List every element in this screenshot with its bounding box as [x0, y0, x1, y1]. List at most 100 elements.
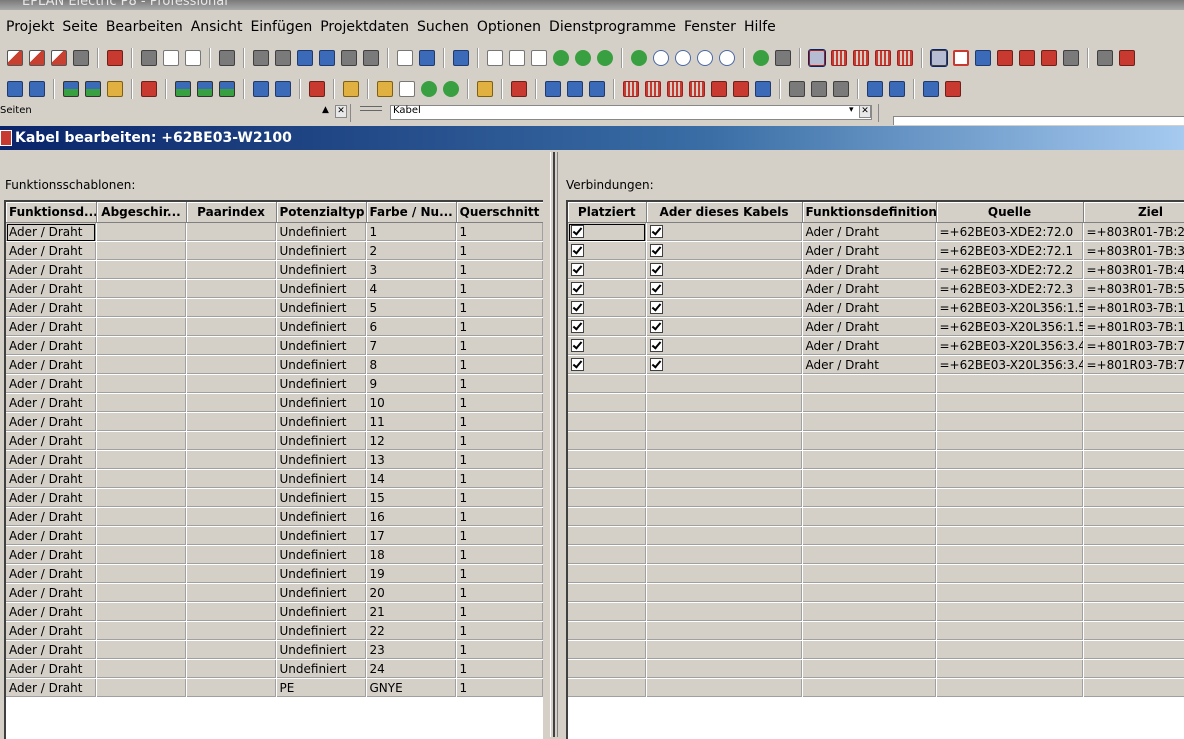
- function-cell[interactable]: [186, 583, 277, 603]
- function-row[interactable]: Ader / Draht Undefiniert 2 1: [6, 241, 543, 261]
- connection-cell[interactable]: [936, 469, 1084, 489]
- function-cell[interactable]: 1: [366, 222, 457, 242]
- function-column-header[interactable]: Farbe / Nu...: [366, 202, 457, 223]
- crosshair-icon[interactable]: [975, 50, 991, 66]
- function-cell[interactable]: Undefiniert: [276, 564, 367, 584]
- function-cell[interactable]: [186, 355, 277, 375]
- function-cell[interactable]: GNYE: [366, 678, 457, 698]
- connection-cell[interactable]: [802, 469, 937, 489]
- connection-cell[interactable]: [936, 431, 1084, 451]
- potential-icon[interactable]: [141, 81, 157, 97]
- function-cell[interactable]: [186, 279, 277, 299]
- edit-cable-icon[interactable]: [343, 81, 359, 97]
- magnet-icon[interactable]: [997, 50, 1013, 66]
- assign-icon[interactable]: [923, 81, 939, 97]
- connection-cell[interactable]: [802, 659, 937, 679]
- function-cell[interactable]: 14: [366, 469, 457, 489]
- function-row[interactable]: Ader / Draht Undefiniert 10 1: [6, 393, 543, 413]
- zoom-icon[interactable]: [653, 50, 669, 66]
- connection-cell[interactable]: =+62BE03-X20L356:1.5: [936, 317, 1084, 337]
- connection-row-empty[interactable]: [568, 545, 1184, 565]
- page-props-icon[interactable]: [7, 81, 23, 97]
- connection-cell[interactable]: [646, 621, 803, 641]
- function-cell[interactable]: [96, 469, 187, 489]
- panel-splitter[interactable]: [550, 152, 558, 737]
- function-cell[interactable]: [96, 298, 187, 318]
- connection-cell[interactable]: [646, 412, 803, 432]
- page-open-icon[interactable]: [597, 50, 613, 66]
- connection-cell[interactable]: [1083, 545, 1184, 565]
- connection-cell[interactable]: [802, 545, 937, 565]
- function-cell[interactable]: 1: [456, 298, 543, 318]
- connection-cell[interactable]: [1083, 659, 1184, 679]
- binoculars-list-icon[interactable]: [1119, 50, 1135, 66]
- function-cell[interactable]: [96, 659, 187, 679]
- connection-cell[interactable]: [1083, 602, 1184, 622]
- function-cell[interactable]: Undefiniert: [276, 317, 367, 337]
- connection-cell[interactable]: [1083, 450, 1184, 470]
- grid-c-icon[interactable]: [875, 50, 891, 66]
- function-cell[interactable]: 23: [366, 640, 457, 660]
- connection-cell[interactable]: [936, 678, 1084, 698]
- connection-cell[interactable]: Ader / Draht: [802, 317, 937, 337]
- function-cell[interactable]: 1: [456, 640, 543, 660]
- form-icon[interactable]: [477, 81, 493, 97]
- connection-cell[interactable]: [802, 678, 937, 698]
- function-cell[interactable]: Undefiniert: [276, 241, 367, 261]
- checkbox[interactable]: [649, 244, 663, 257]
- zoom-in-icon[interactable]: [675, 50, 691, 66]
- function-cell[interactable]: [96, 488, 187, 508]
- connection-cell[interactable]: [568, 431, 647, 451]
- function-cell[interactable]: Ader / Draht: [6, 507, 97, 527]
- checkbox[interactable]: [571, 225, 584, 238]
- table-icon[interactable]: [419, 50, 435, 66]
- checkbox[interactable]: [571, 358, 584, 371]
- function-cell[interactable]: Undefiniert: [276, 450, 367, 470]
- function-cell[interactable]: Undefiniert: [276, 222, 367, 242]
- connection-cell[interactable]: [568, 602, 647, 622]
- checkbox[interactable]: [649, 339, 663, 352]
- grid-d-icon[interactable]: [897, 50, 913, 66]
- connection-cell[interactable]: [936, 583, 1084, 603]
- function-cell[interactable]: Ader / Draht: [6, 393, 97, 413]
- function-cell[interactable]: [96, 393, 187, 413]
- connection-cell[interactable]: [646, 507, 803, 527]
- function-row[interactable]: Ader / Draht Undefiniert 17 1: [6, 526, 543, 546]
- core-of-cable-checkbox-cell[interactable]: [646, 317, 803, 337]
- function-cell[interactable]: 1: [456, 526, 543, 546]
- function-cell[interactable]: 19: [366, 564, 457, 584]
- plc-a-icon[interactable]: [789, 81, 805, 97]
- connection-row[interactable]: Ader / Draht =+62BE03-X20L356:1.5 =+801R03…: [568, 298, 1184, 318]
- connection-cell[interactable]: =+62BE03-XDE2:72.0: [936, 222, 1084, 242]
- connection-cell[interactable]: [1083, 431, 1184, 451]
- connection-cell[interactable]: [802, 583, 937, 603]
- connection-cell[interactable]: [568, 393, 647, 413]
- properties-icon[interactable]: [107, 50, 123, 66]
- function-cell[interactable]: Ader / Draht: [6, 317, 97, 337]
- menu-item-optionen[interactable]: Optionen: [473, 19, 545, 35]
- function-cell[interactable]: 21: [366, 602, 457, 622]
- function-cell[interactable]: Undefiniert: [276, 469, 367, 489]
- checkbox[interactable]: [649, 358, 663, 371]
- function-cell[interactable]: [186, 412, 277, 432]
- function-cell[interactable]: 1: [456, 583, 543, 603]
- connection-cell[interactable]: [646, 450, 803, 470]
- pin-c-icon[interactable]: [667, 81, 683, 97]
- function-cell[interactable]: Ader / Draht: [6, 450, 97, 470]
- connection-cell[interactable]: [1083, 564, 1184, 584]
- connection-cell[interactable]: [568, 526, 647, 546]
- core-of-cable-checkbox-cell[interactable]: [646, 298, 803, 318]
- function-row[interactable]: Ader / Draht Undefiniert 9 1: [6, 374, 543, 394]
- checkbox[interactable]: [571, 339, 584, 352]
- function-cell[interactable]: [186, 621, 277, 641]
- function-row[interactable]: Ader / Draht Undefiniert 23 1: [6, 640, 543, 660]
- function-column-header[interactable]: Funktionsd...: [6, 202, 97, 223]
- page-edit-icon[interactable]: [531, 50, 547, 66]
- function-cell[interactable]: [96, 374, 187, 394]
- connection-cell[interactable]: [936, 621, 1084, 641]
- page-new-icon[interactable]: [509, 50, 525, 66]
- connection-cell[interactable]: [802, 564, 937, 584]
- function-cell[interactable]: [186, 488, 277, 508]
- connection-cell[interactable]: [568, 374, 647, 394]
- connection-row-empty[interactable]: [568, 602, 1184, 622]
